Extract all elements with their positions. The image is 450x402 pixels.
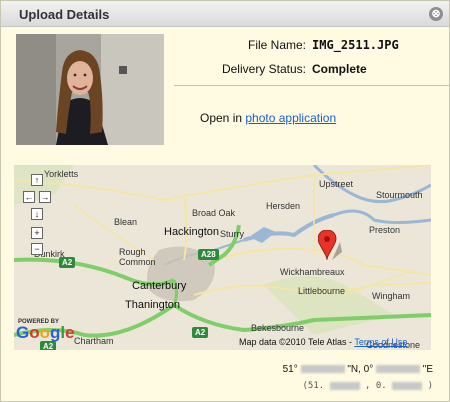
delivery-status-value: Complete xyxy=(312,62,367,76)
decimal-mid: , 0. xyxy=(365,381,387,391)
zoom-out-icon[interactable]: − xyxy=(31,243,43,255)
place-label: Sturry xyxy=(220,229,245,239)
place-label: Thanington xyxy=(125,299,181,311)
file-name-row: File Name: IMG_2511.JPG xyxy=(166,38,446,54)
place-label: Bekesbourne xyxy=(251,323,305,333)
coordinates-decimal: (51. , 0. ) xyxy=(303,381,433,391)
pan-right-icon[interactable]: → xyxy=(39,191,51,203)
place-label: Chartham xyxy=(74,336,114,346)
place-label: Blean xyxy=(114,217,138,227)
road-badge: A2 xyxy=(192,327,209,338)
pan-up-icon[interactable]: ↑ xyxy=(31,174,43,186)
place-label: Canterbury xyxy=(132,280,187,292)
photo-application-link[interactable]: photo application xyxy=(245,111,336,125)
place-label: Wingham xyxy=(372,291,411,301)
map-tiles xyxy=(14,165,431,350)
redacted-value xyxy=(329,381,360,390)
place-label: Yorkletts xyxy=(44,169,79,179)
place-label: Rough Common xyxy=(119,247,156,267)
map-credit: Map data ©2010 Tele Atlas - Terms of Use xyxy=(239,337,407,347)
divider xyxy=(174,85,449,86)
dialog-title: Upload Details xyxy=(19,7,110,22)
pan-left-icon[interactable]: ← xyxy=(23,191,35,203)
upload-details-dialog: Upload Details ⊗ File Name: IMG_2511.JPG… xyxy=(0,0,450,402)
decimal-suffix: ) xyxy=(427,381,433,391)
place-label: Preston xyxy=(369,225,401,235)
lat-prefix: 51° xyxy=(282,364,298,375)
lon-suffix: "E xyxy=(422,364,433,375)
place-label: Hackington xyxy=(164,226,220,238)
coordinates-dms: 51° "N, 0° "E xyxy=(283,364,433,375)
redacted-value xyxy=(375,365,420,374)
google-logo[interactable]: Google xyxy=(16,323,75,343)
place-label: Wickhambreaux xyxy=(280,267,345,277)
place-label: Hersden xyxy=(266,201,301,211)
map-marker-icon[interactable] xyxy=(318,230,344,264)
open-in-prefix: Open in xyxy=(200,111,243,125)
lat-suffix: "N, 0° xyxy=(347,364,374,375)
map-credit-text: Map data ©2010 Tele Atlas - xyxy=(239,337,353,347)
place-label: Upstreet xyxy=(319,179,354,189)
open-in-line: Open in photo application xyxy=(200,111,336,125)
road-badge: A28 xyxy=(198,249,219,260)
place-label: Stourmouth xyxy=(376,190,423,200)
terms-of-use-link[interactable]: Terms of Use xyxy=(354,337,407,347)
place-label: Littlebourne xyxy=(298,286,346,296)
photo-image xyxy=(16,34,164,145)
decimal-prefix: (51. xyxy=(302,381,325,391)
map-view[interactable]: Yorkletts Upstreet Stourmouth Blean Broa… xyxy=(14,165,431,350)
road-badge: A2 xyxy=(59,257,76,268)
redacted-value xyxy=(392,381,423,390)
place-label: Broad Oak xyxy=(192,208,236,218)
uploaded-photo xyxy=(16,34,164,145)
zoom-in-icon[interactable]: + xyxy=(31,227,43,239)
close-icon[interactable]: ⊗ xyxy=(429,7,443,21)
pan-down-icon[interactable]: ↓ xyxy=(31,208,43,220)
file-name-label: File Name: xyxy=(247,38,306,52)
file-name-value: IMG_2511.JPG xyxy=(312,38,399,52)
delivery-status-label: Delivery Status: xyxy=(221,62,306,76)
title-bar: Upload Details ⊗ xyxy=(1,1,449,27)
delivery-status-row: Delivery Status: Complete xyxy=(166,62,446,78)
redacted-value xyxy=(300,365,345,374)
